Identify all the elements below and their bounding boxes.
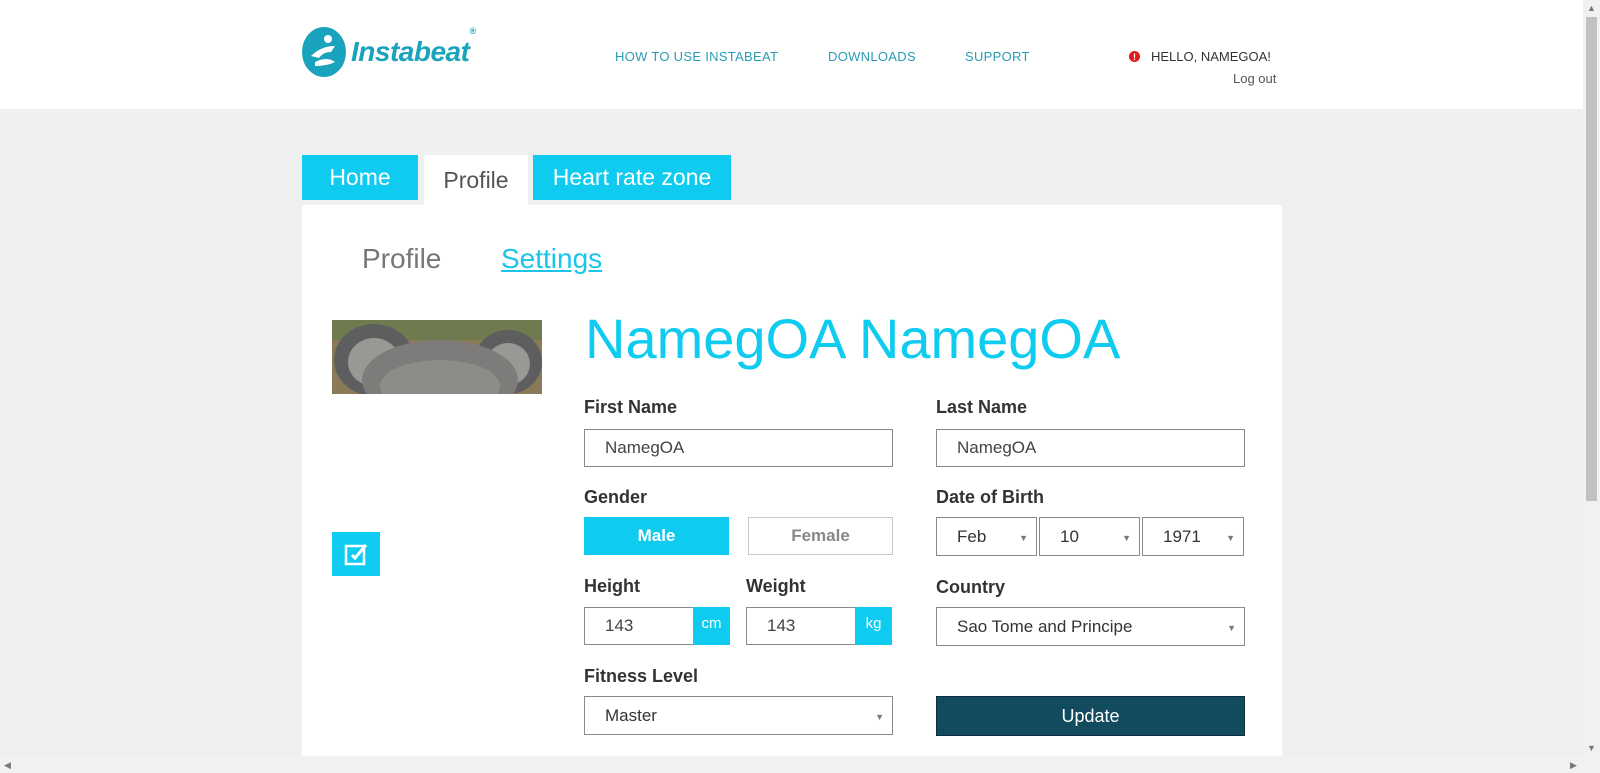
country-label: Country [936,577,1005,597]
height-value: 143 [605,616,634,635]
weight-unit: kg [855,607,892,645]
gender-label: Gender [584,487,648,507]
scroll-right-icon[interactable]: ▶ [1570,760,1577,771]
height-unit: cm [693,607,730,645]
profile-panel [302,205,1282,761]
scroll-left-icon[interactable]: ◀ [4,760,11,771]
dob-day-value: 10 [1060,526,1079,546]
fitness-level-value: Master [605,705,657,725]
last-name-value: NamegOA [957,438,1037,457]
nav-support[interactable]: SUPPORT [965,49,1030,64]
dob-month-select[interactable]: Feb ▼ [936,517,1037,556]
chevron-down-icon: ▼ [875,712,884,722]
dob-year-select[interactable]: 1971 ▼ [1142,517,1244,556]
tab-profile[interactable]: Profile [424,155,528,205]
profile-full-name: NamegOA NamegOA [585,307,1121,370]
first-name-value: NamegOA [605,438,685,457]
height-input[interactable]: 143 [584,607,694,645]
avatar-koala-image [332,320,542,394]
user-greeting: ! HELLO, NAMEGOA! [1129,49,1271,64]
chevron-down-icon: ▼ [1019,533,1028,543]
scroll-up-icon[interactable]: ▲ [1587,3,1596,13]
horizontal-scrollbar[interactable] [0,756,1583,773]
last-name-label: Last Name [936,397,1028,417]
first-name-input[interactable]: NamegOA [584,429,893,467]
instabeat-logo[interactable]: Instabeat® [301,26,476,78]
nav-downloads[interactable]: DOWNLOADS [828,49,916,64]
greeting-text: HELLO, NAMEGOA! [1151,49,1271,64]
dob-month-value: Feb [957,526,987,546]
weight-value: 143 [767,616,796,635]
vertical-scrollbar-thumb[interactable] [1586,17,1597,501]
site-header: Instabeat® HOW TO USE INSTABEAT DOWNLOAD… [0,0,1583,109]
alert-icon[interactable]: ! [1129,51,1140,62]
edit-icon [344,544,368,566]
country-value: Sao Tome and Principe [957,616,1133,636]
first-name-label: First Name [584,397,678,417]
chevron-down-icon: ▼ [1227,623,1236,633]
chevron-down-icon: ▼ [1122,533,1131,543]
subtab-settings[interactable]: Settings [501,243,602,275]
last-name-input[interactable]: NamegOA [936,429,1245,467]
dob-label: Date of Birth [936,487,1044,507]
fitness-level-select[interactable]: Master ▼ [584,696,893,735]
logo-swimmer-icon [302,27,346,77]
gender-male-button[interactable]: Male [584,517,729,555]
height-label: Height [584,576,640,596]
nav-how-to-use[interactable]: HOW TO USE INSTABEAT [615,49,778,64]
weight-label: Weight [746,576,806,596]
weight-input[interactable]: 143 [746,607,856,645]
tab-heart-rate-zone[interactable]: Heart rate zone [533,155,731,200]
tab-home[interactable]: Home [302,155,418,200]
logo-text: Instabeat® [351,26,476,67]
edit-avatar-button[interactable] [332,532,380,576]
logout-link[interactable]: Log out [1233,71,1276,86]
dob-day-select[interactable]: 10 ▼ [1039,517,1140,556]
avatar [332,320,542,394]
chevron-down-icon: ▼ [1226,533,1235,543]
gender-female-button[interactable]: Female [748,517,893,555]
scroll-down-icon[interactable]: ▼ [1587,743,1596,753]
subtab-profile[interactable]: Profile [362,243,441,275]
fitness-level-label: Fitness Level [584,666,699,686]
dob-year-value: 1971 [1163,526,1201,546]
country-select[interactable]: Sao Tome and Principe ▼ [936,607,1245,646]
update-button[interactable]: Update [936,696,1245,736]
